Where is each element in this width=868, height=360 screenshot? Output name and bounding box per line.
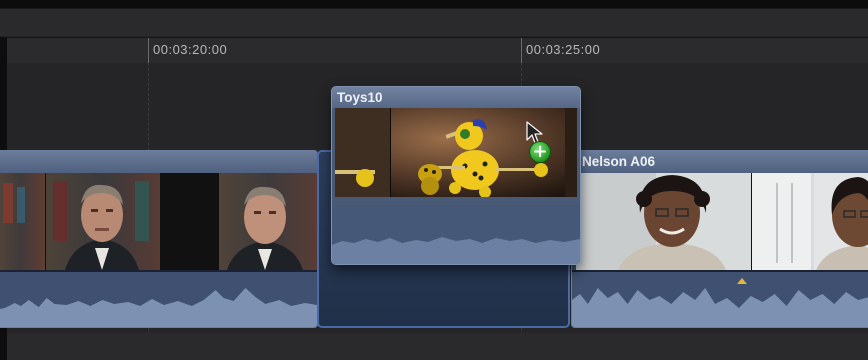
timeline-toolbar	[0, 0, 868, 37]
timeline-window: 00:03:20:00 00:03:25:00 Nelson A06 Toys1…	[0, 0, 868, 360]
clip-audio-waveform	[572, 272, 868, 327]
add-plus-icon: +	[529, 141, 551, 163]
marker-icon[interactable]	[737, 278, 747, 284]
waveform	[0, 288, 317, 327]
clip-thumbnails	[576, 173, 868, 270]
waveform	[572, 288, 868, 327]
clip-title: Toys10	[332, 87, 580, 108]
timeline-clip-right[interactable]: Nelson A06	[571, 150, 868, 328]
clip-audio-waveform	[0, 272, 317, 327]
ruler-timecode-1: 00:03:20:00	[153, 42, 228, 57]
ruler-timecode-2: 00:03:25:00	[526, 42, 601, 57]
timeline-lower-lane	[7, 333, 868, 360]
clip-audio-waveform	[332, 205, 580, 264]
dragged-clip-toys10[interactable]: Toys10	[331, 86, 581, 265]
waveform	[332, 237, 580, 264]
time-ruler[interactable]: 00:03:20:00 00:03:25:00	[7, 37, 868, 64]
clip-thumbnails	[0, 173, 317, 270]
clip-filmstrip	[0, 173, 317, 270]
clip-title: Nelson A06	[572, 151, 868, 173]
timeline-clip-left[interactable]	[0, 150, 318, 328]
clip-filmstrip	[576, 173, 868, 270]
ruler-tick	[521, 38, 522, 63]
clip-title	[0, 151, 317, 173]
add-plus-symbol: +	[532, 141, 548, 162]
ruler-tick	[148, 38, 149, 63]
